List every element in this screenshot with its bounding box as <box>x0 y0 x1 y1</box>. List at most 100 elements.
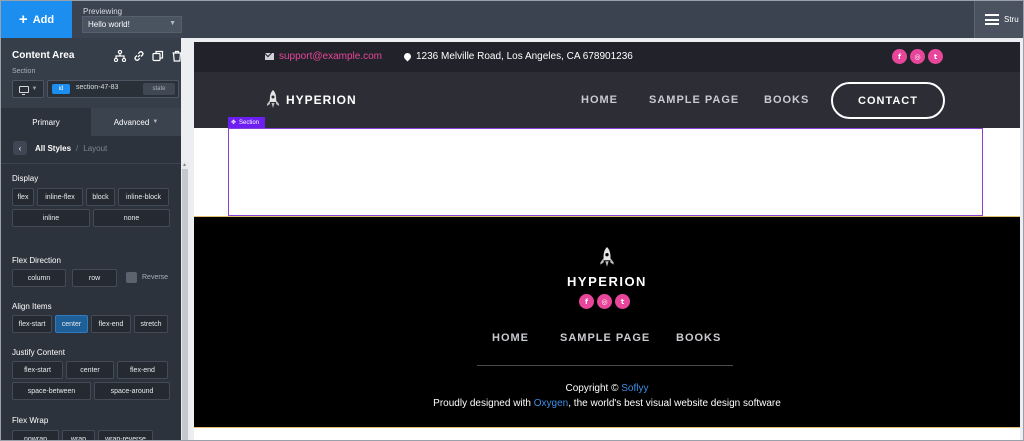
panel-title: Content Area <box>12 50 75 61</box>
back-button[interactable]: ‹ <box>13 141 27 155</box>
display-flex-button[interactable]: flex <box>12 188 34 206</box>
delete-icon[interactable] <box>170 49 183 62</box>
footer-copyright: Copyright © Soflyy <box>194 383 1020 394</box>
desktop-icon <box>18 85 29 95</box>
reverse-toggle[interactable]: Reverse <box>126 272 168 283</box>
link-icon[interactable] <box>132 49 145 62</box>
align-stretch-button[interactable]: stretch <box>134 315 168 333</box>
breadcrumb-all-styles[interactable]: All Styles <box>35 144 71 153</box>
panel-header: Content Area Section ▼ id section-47-83 … <box>1 38 181 108</box>
rocket-icon <box>600 247 614 267</box>
justify-space-around-button[interactable]: space-around <box>94 382 170 400</box>
flex-direction-row-button[interactable]: row <box>72 269 117 287</box>
align-flex-end-button[interactable]: flex-end <box>91 315 131 333</box>
footer-divider <box>477 365 733 366</box>
structure-label: Stru <box>1004 15 1019 24</box>
justify-content-options: flex-start center flex-end space-between… <box>12 361 172 400</box>
flex-direction-options: column row <box>12 269 117 287</box>
previewing-label: Previewing <box>83 7 123 16</box>
add-button[interactable]: + Add <box>1 1 72 38</box>
reverse-checkbox[interactable] <box>126 272 137 283</box>
footer-social-icons: f ◎ t <box>579 294 630 309</box>
wrap-reverse-button[interactable]: wrap-reverse <box>98 430 153 440</box>
display-block-button[interactable]: block <box>86 188 115 206</box>
align-items-options: flex-start center flex-end stretch <box>12 315 168 333</box>
footer-nav-books[interactable]: BOOKS <box>676 332 721 344</box>
builder-app: + Add Previewing Hello world! ▼ Stru Con… <box>0 0 1024 441</box>
map-pin-icon <box>402 51 413 62</box>
footer-bottom-border <box>194 427 1020 428</box>
credit-link[interactable]: Oxygen <box>534 398 568 409</box>
credit-suffix: , the world's best visual website design… <box>568 398 781 409</box>
preview-page-select[interactable]: Hello world! ▼ <box>82 16 182 33</box>
flex-direction-column-button[interactable]: column <box>12 269 66 287</box>
justify-flex-start-button[interactable]: flex-start <box>12 361 63 379</box>
plus-icon: + <box>18 11 28 28</box>
contact-button[interactable]: CONTACT <box>831 82 945 119</box>
nav-home[interactable]: HOME <box>581 94 618 106</box>
twitter-icon[interactable]: t <box>615 294 630 309</box>
site-logo[interactable]: HYPERION <box>266 90 357 110</box>
flex-direction-heading: Flex Direction <box>12 256 61 265</box>
duplicate-icon[interactable] <box>151 49 164 62</box>
nav-sample-page[interactable]: SAMPLE PAGE <box>649 94 739 106</box>
flex-wrap-options: nowrap wrap wrap-reverse <box>12 430 153 440</box>
footer-nav-sample-page[interactable]: SAMPLE PAGE <box>560 332 650 344</box>
site-email[interactable]: support@example.com <box>265 51 382 62</box>
site-address-text: 1236 Melville Road, Los Angeles, CA 6789… <box>416 51 633 62</box>
flex-wrap-heading: Flex Wrap <box>12 416 49 425</box>
state-button[interactable]: state <box>143 83 175 95</box>
align-flex-start-button[interactable]: flex-start <box>12 315 52 333</box>
panel-tabs: Primary Advanced ▼ <box>1 108 181 136</box>
move-icon: ✥ <box>231 120 237 126</box>
site-email-text: support@example.com <box>279 51 382 62</box>
preview-canvas: support@example.com 1236 Melville Road, … <box>194 42 1020 440</box>
tab-advanced[interactable]: Advanced ▼ <box>91 108 181 136</box>
device-select[interactable]: ▼ <box>12 80 44 98</box>
top-toolbar: + Add Previewing Hello world! ▼ Stru <box>1 1 1023 38</box>
align-items-heading: Align Items <box>12 302 52 311</box>
justify-center-button[interactable]: center <box>66 361 114 379</box>
align-center-button[interactable]: center <box>55 315 88 333</box>
instagram-icon[interactable]: ◎ <box>597 294 612 309</box>
wrap-nowrap-button[interactable]: nowrap <box>12 430 59 440</box>
section-selection-tag[interactable]: ✥ Section <box>228 117 265 128</box>
site-top-strip: support@example.com 1236 Melville Road, … <box>194 42 1020 72</box>
hierarchy-icon[interactable] <box>113 49 126 62</box>
breadcrumb: ‹ All Styles / Layout <box>1 136 181 160</box>
justify-flex-end-button[interactable]: flex-end <box>117 361 168 379</box>
structure-icon <box>985 14 999 25</box>
justify-space-between-button[interactable]: space-between <box>12 382 91 400</box>
rocket-icon <box>267 90 279 108</box>
panel-subtitle: Section <box>12 68 36 75</box>
facebook-icon[interactable]: f <box>892 49 907 64</box>
scroll-up-icon[interactable]: ▲ <box>182 162 187 168</box>
copyright-text: Copyright © <box>565 383 619 394</box>
instagram-icon[interactable]: ◎ <box>910 49 925 64</box>
display-none-button[interactable]: none <box>93 209 170 227</box>
selected-section[interactable] <box>228 128 983 216</box>
site-header: HYPERION HOME SAMPLE PAGE BOOKS CONTACT <box>194 72 1020 128</box>
envelope-icon <box>265 53 274 60</box>
chevron-down-icon: ▼ <box>31 86 38 92</box>
site-address: 1236 Melville Road, Los Angeles, CA 6789… <box>402 51 633 62</box>
divider <box>1 163 181 164</box>
display-inline-block-button[interactable]: inline-block <box>118 188 169 206</box>
twitter-icon[interactable]: t <box>928 49 943 64</box>
selector-field[interactable]: id section-47-83 state <box>47 80 179 98</box>
site-brand: HYPERION <box>286 93 357 107</box>
chevron-down-icon: ▼ <box>169 20 176 27</box>
facebook-icon[interactable]: f <box>579 294 594 309</box>
structure-button[interactable]: Stru <box>974 1 1023 38</box>
display-inline-flex-button[interactable]: inline-flex <box>37 188 83 206</box>
footer-nav-home[interactable]: HOME <box>492 332 529 344</box>
copyright-link[interactable]: Soflyy <box>621 383 648 394</box>
reverse-label: Reverse <box>142 274 169 281</box>
wrap-wrap-button[interactable]: wrap <box>62 430 95 440</box>
tab-label: Advanced <box>113 117 150 127</box>
footer-brand: HYPERION <box>567 274 647 289</box>
nav-books[interactable]: BOOKS <box>764 94 809 106</box>
display-inline-button[interactable]: inline <box>12 209 90 227</box>
tab-primary[interactable]: Primary <box>1 108 91 136</box>
panel-scrollbar-thumb[interactable] <box>182 169 188 440</box>
